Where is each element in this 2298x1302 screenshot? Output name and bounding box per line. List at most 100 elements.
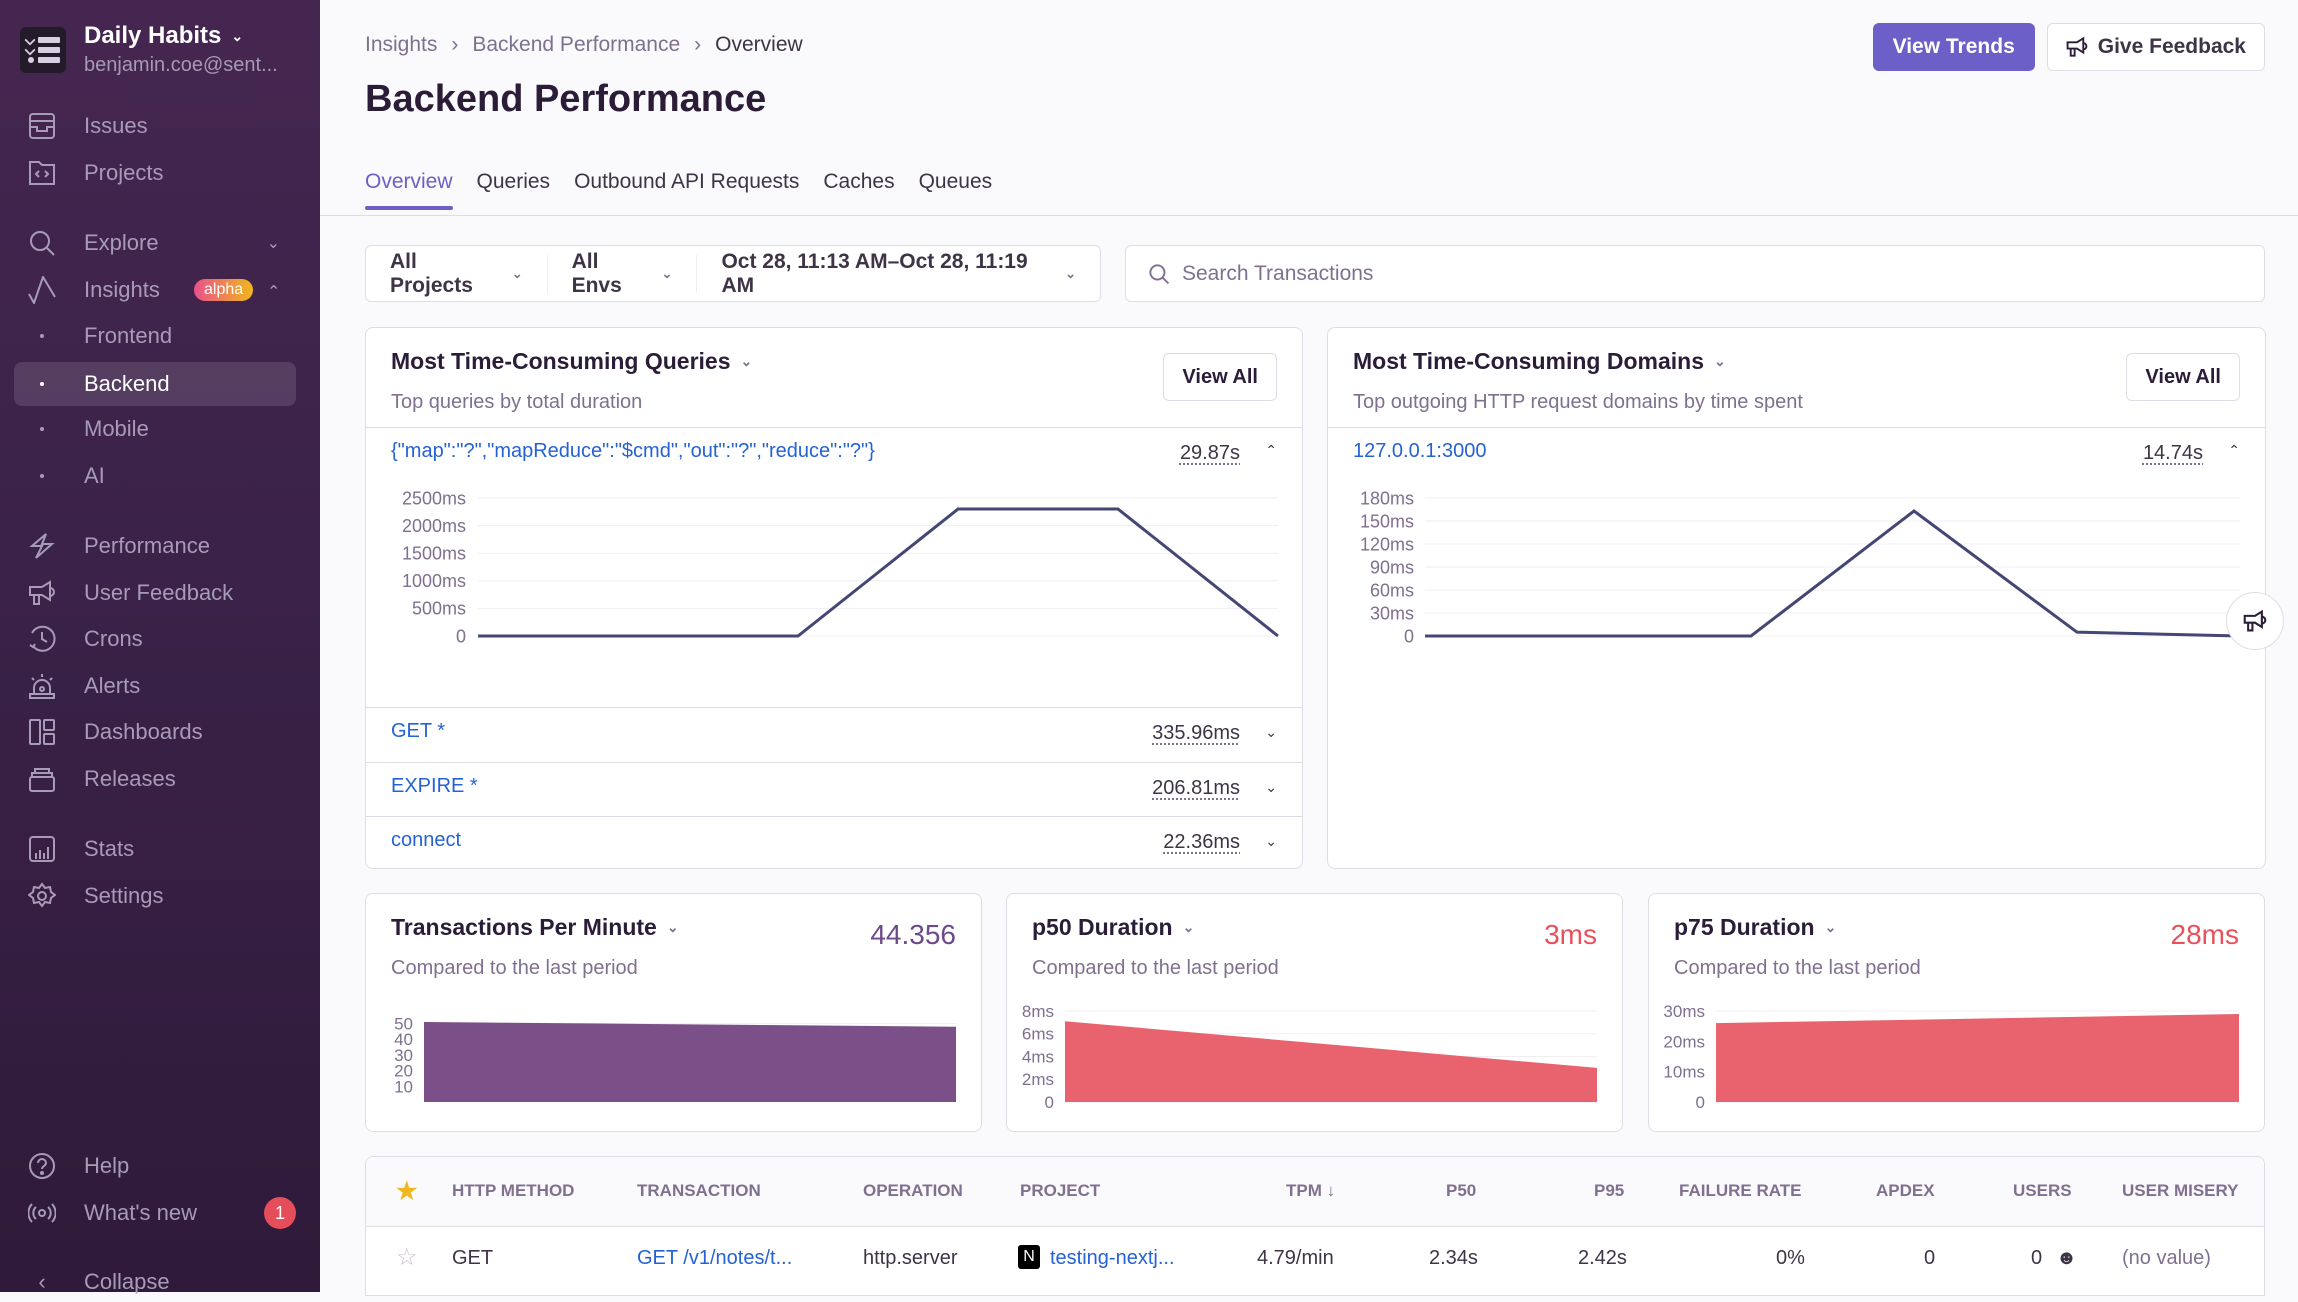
project-filter-label: All Projects: [390, 249, 473, 297]
card-subtitle: Compared to the last period: [1674, 957, 1921, 979]
tpm-card: Transactions Per Minute ⌄ Compared to the…: [365, 893, 982, 1132]
sidebar-item-frontend[interactable]: Frontend: [14, 316, 296, 356]
bullet-icon: [40, 474, 44, 478]
query-duration: 206.81ms: [1152, 777, 1240, 799]
sidebar-item-whats-new[interactable]: What's new 1: [14, 1193, 296, 1233]
tab-queues[interactable]: Queues: [919, 170, 993, 210]
query-duration: 29.87s: [1179, 442, 1240, 464]
column-header-user-misery[interactable]: USER MISERY: [2122, 1181, 2239, 1201]
tpm-value: 44.356: [870, 919, 956, 950]
tab-caches[interactable]: Caches: [823, 170, 894, 210]
column-header-apdex[interactable]: APDEX: [1876, 1181, 1935, 1201]
cell-p50: 2.34s: [1429, 1247, 1478, 1269]
chevron-down-icon[interactable]: ⌄: [1265, 779, 1277, 796]
column-header-p50[interactable]: P50: [1446, 1181, 1476, 1201]
card-title-text: Most Time-Consuming Domains: [1353, 348, 1704, 374]
y-tick-label: 30ms: [1663, 1002, 1705, 1021]
cell-transaction-link[interactable]: GET /v1/notes/t...: [637, 1247, 792, 1270]
sidebar-item-projects[interactable]: Projects: [14, 153, 296, 193]
floating-feedback-button[interactable]: [2226, 592, 2284, 650]
column-header-users[interactable]: USERS: [2013, 1181, 2072, 1201]
query-link[interactable]: {"map":"?","mapReduce":"$cmd","out":"?",…: [391, 440, 875, 463]
breadcrumb-backend-performance[interactable]: Backend Performance: [472, 33, 680, 57]
divider: [320, 215, 2298, 216]
give-feedback-button[interactable]: Give Feedback: [2046, 23, 2265, 71]
sidebar-item-label: Explore: [84, 230, 159, 255]
star-icon[interactable]: ★: [396, 1177, 418, 1206]
sidebar-item-settings[interactable]: Settings: [14, 876, 296, 916]
tab-overview[interactable]: Overview: [365, 170, 453, 210]
cell-project-link[interactable]: testing-nextj...: [1050, 1247, 1175, 1270]
view-all-domains-button[interactable]: View All: [2126, 353, 2240, 401]
sidebar-item-dashboards[interactable]: Dashboards: [14, 712, 296, 752]
sidebar-item-explore[interactable]: Explore ⌄: [14, 223, 296, 263]
sidebar-item-label: Collapse: [84, 1269, 170, 1294]
y-tick-label: 0: [1696, 1093, 1705, 1112]
sidebar-item-label: Crons: [84, 626, 143, 651]
chevron-up-icon: ⌄: [266, 281, 280, 298]
query-link[interactable]: connect: [391, 829, 461, 852]
column-header-http-method[interactable]: HTTP METHOD: [452, 1181, 574, 1201]
query-link[interactable]: GET *: [391, 720, 445, 743]
search-transactions-input[interactable]: [1182, 261, 1782, 286]
sidebar-item-performance[interactable]: Performance: [14, 526, 296, 566]
project-filter[interactable]: All Projects ⌄: [366, 250, 548, 297]
divider: [1328, 427, 2265, 428]
chevron-up-icon[interactable]: ⌃: [2228, 442, 2240, 459]
view-all-queries-button[interactable]: View All: [1163, 353, 1277, 401]
y-tick-label: 500ms: [412, 599, 466, 619]
tab-outbound-api-requests[interactable]: Outbound API Requests: [574, 170, 799, 210]
sidebar-item-alerts[interactable]: Alerts: [14, 666, 296, 706]
y-tick-label: 2000ms: [402, 516, 466, 536]
domain-link[interactable]: 127.0.0.1:3000: [1353, 440, 1486, 463]
chevron-down-icon: ⌄: [666, 919, 679, 935]
chevron-down-icon: ⌄: [1714, 353, 1726, 369]
cell-tpm: 4.79/min: [1257, 1247, 1334, 1269]
card-subtitle: Top outgoing HTTP request domains by tim…: [1353, 391, 1803, 413]
chevron-down-icon[interactable]: ⌄: [1265, 724, 1277, 741]
y-tick-label: 30ms: [1370, 603, 1414, 623]
column-header-project[interactable]: PROJECT: [1020, 1181, 1100, 1201]
sidebar-item-releases[interactable]: Releases: [14, 759, 296, 799]
card-title-text: Most Time-Consuming Queries: [391, 348, 731, 374]
sidebar-item-user-feedback[interactable]: User Feedback: [14, 573, 296, 613]
sidebar-item-ai[interactable]: AI: [14, 456, 296, 496]
column-header-failure-rate[interactable]: FAILURE RATE: [1679, 1181, 1801, 1201]
domains-card-title[interactable]: Most Time-Consuming Domains ⌄: [1353, 348, 1726, 375]
p75-card-title[interactable]: p75 Duration ⌄: [1674, 914, 1836, 941]
cell-operation: http.server: [863, 1247, 958, 1269]
sidebar-item-crons[interactable]: Crons: [14, 619, 296, 659]
column-header-p95[interactable]: P95: [1594, 1181, 1624, 1201]
sidebar-item-issues[interactable]: Issues: [14, 106, 296, 146]
nextjs-project-icon: N: [1018, 1245, 1040, 1269]
sidebar-collapse-button[interactable]: ‹ Collapse: [14, 1262, 296, 1302]
sidebar-item-mobile[interactable]: Mobile: [14, 409, 296, 449]
org-switcher[interactable]: Daily Habits ⌄ benjamin.coe@sent...: [20, 22, 278, 77]
sidebar-item-insights[interactable]: Insights alpha ⌄: [14, 270, 296, 310]
column-header-tpm[interactable]: TPM ↓: [1286, 1181, 1335, 1201]
y-tick-label: 180ms: [1360, 488, 1414, 508]
sidebar-item-backend[interactable]: Backend: [14, 362, 296, 406]
tpm-card-title[interactable]: Transactions Per Minute ⌄: [391, 914, 679, 941]
date-range-filter[interactable]: Oct 28, 11:13 AM–Oct 28, 11:19 AM ⌄: [697, 250, 1100, 297]
bullet-icon: [40, 334, 44, 338]
query-link[interactable]: EXPIRE *: [391, 775, 478, 798]
cell-user-misery: (no value): [2122, 1247, 2211, 1269]
view-trends-button[interactable]: View Trends: [1872, 23, 2035, 71]
star-outline-icon[interactable]: ☆: [396, 1243, 418, 1272]
tab-queries[interactable]: Queries: [477, 170, 551, 210]
chevron-down-icon[interactable]: ⌄: [1265, 833, 1277, 850]
breadcrumb-insights[interactable]: Insights: [365, 33, 437, 57]
queries-card-title[interactable]: Most Time-Consuming Queries ⌄: [391, 348, 752, 375]
environment-filter[interactable]: All Envs ⌄: [548, 250, 698, 297]
sidebar-item-stats[interactable]: Stats: [14, 829, 296, 869]
sidebar-item-help[interactable]: Help: [14, 1146, 296, 1186]
y-tick-label: 120ms: [1360, 534, 1414, 554]
tab-bar: Overview Queries Outbound API Requests C…: [365, 170, 992, 210]
sidebar-item-label: Help: [84, 1153, 130, 1178]
column-header-operation[interactable]: OPERATION: [863, 1181, 963, 1201]
chevron-up-icon[interactable]: ⌃: [1265, 442, 1277, 459]
column-header-transaction[interactable]: TRANSACTION: [637, 1181, 761, 1201]
clock-icon: [26, 623, 58, 655]
p50-card-title[interactable]: p50 Duration ⌄: [1032, 914, 1194, 941]
